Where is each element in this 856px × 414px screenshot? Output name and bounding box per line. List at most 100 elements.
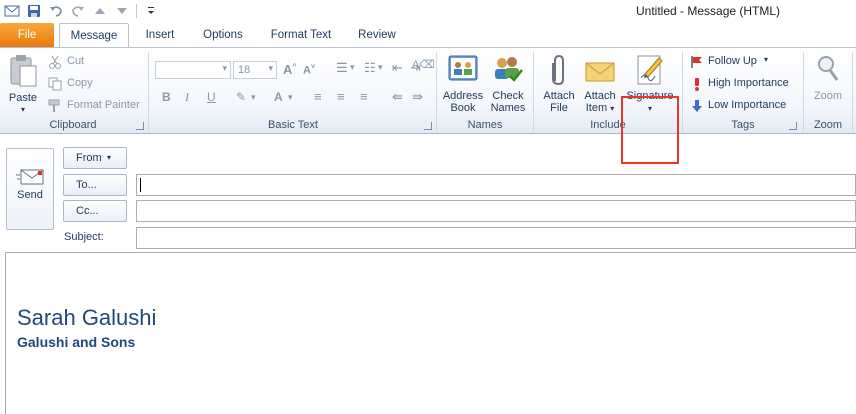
address-book-button[interactable]: Address Book [440, 52, 486, 116]
envelope-icon [585, 62, 615, 82]
check-names-label-2: Names [490, 102, 526, 114]
check-names-label-1: Check [492, 90, 524, 102]
check-names-button[interactable]: Check Names [486, 52, 530, 116]
paste-icon [10, 55, 37, 87]
send-label: Send [17, 189, 43, 201]
outdent-icon[interactable]: ⇚ [392, 89, 403, 105]
italic-icon[interactable]: I [185, 90, 189, 105]
highlight-icon[interactable]: ✎ [236, 90, 246, 104]
align-left-icon[interactable]: ≡ [314, 89, 322, 104]
tab-format-text[interactable]: Format Text [262, 23, 340, 47]
quick-access-toolbar [4, 3, 159, 19]
chevron-down-icon: ▾ [251, 92, 256, 102]
previous-item-icon[interactable] [92, 3, 108, 19]
cut-button[interactable]: Cut [48, 54, 98, 70]
decrease-indent-icon[interactable]: ⇤ [392, 60, 403, 76]
address-book-icon [448, 55, 478, 81]
paste-label: Paste [8, 92, 38, 104]
outlook-app-icon[interactable] [4, 3, 20, 19]
chevron-down-icon: ▾ [107, 153, 112, 162]
from-field[interactable] [137, 147, 335, 169]
send-envelope-icon [16, 169, 44, 185]
tab-file[interactable]: File [0, 23, 54, 47]
group-separator [436, 52, 437, 132]
ribbon-tabs: File Message Insert Options Format Text … [0, 23, 856, 48]
chevron-down-icon: ▾ [764, 55, 769, 64]
to-button[interactable]: To... [63, 174, 127, 196]
group-separator [148, 52, 149, 132]
send-button[interactable]: Send [6, 148, 54, 230]
names-group-label: Names [467, 119, 503, 131]
next-item-icon[interactable] [114, 3, 130, 19]
check-names-icon [495, 57, 523, 82]
low-importance-label: Low Importance [708, 99, 787, 111]
signature-name: Sarah Galushi [17, 305, 157, 330]
bullets-icon[interactable]: ☰ [336, 60, 348, 76]
customize-qat-icon[interactable] [143, 3, 159, 19]
zoom-button[interactable]: Zoom [806, 52, 850, 116]
chevron-down-icon: ▾ [378, 62, 383, 72]
tab-message[interactable]: Message [59, 23, 129, 48]
clear-formatting-icon[interactable]: A⌫ [412, 58, 435, 71]
from-button[interactable]: From ▾ [63, 147, 127, 169]
copy-label: Copy [67, 77, 93, 89]
zoom-group-label: Zoom [813, 119, 843, 131]
grow-font-icon[interactable]: A^ [283, 62, 296, 77]
follow-up-button[interactable]: Follow Up ▾ [690, 54, 786, 70]
clipboard-group-label: Clipboard [49, 119, 97, 131]
redo-icon[interactable] [70, 3, 86, 19]
signature-company: Galushi and Sons [17, 334, 136, 350]
high-importance-button[interactable]: High Importance [690, 76, 800, 92]
message-body[interactable] [5, 252, 856, 414]
align-center-icon[interactable]: ≡ [337, 89, 345, 104]
format-painter-icon [48, 99, 60, 112]
font-color-icon[interactable]: A [274, 90, 283, 104]
save-icon[interactable] [26, 3, 42, 19]
low-importance-button[interactable]: Low Importance [690, 98, 800, 114]
signature-highlight-box [621, 96, 679, 164]
signature-icon [637, 55, 663, 85]
chevron-down-icon: ▾ [288, 92, 293, 102]
tab-options[interactable]: Options [194, 23, 252, 47]
cc-button[interactable]: Cc... [63, 200, 127, 222]
chevron-down-icon: ▾ [610, 104, 615, 113]
high-importance-icon [695, 78, 699, 91]
copy-button[interactable]: Copy [48, 76, 98, 92]
group-separator [682, 52, 683, 132]
align-right-icon[interactable]: ≡ [360, 89, 368, 104]
undo-icon[interactable] [48, 3, 64, 19]
group-separator [852, 52, 853, 132]
tags-dialog-launcher[interactable] [789, 122, 797, 130]
chevron-down-icon: ▾ [350, 62, 355, 72]
low-importance-icon [692, 100, 702, 112]
cut-label: Cut [67, 55, 85, 67]
from-label: From [76, 152, 102, 164]
subject-label: Subject: [64, 231, 104, 243]
tab-review[interactable]: Review [350, 23, 404, 47]
numbering-icon[interactable]: ☷ [364, 60, 376, 76]
attach-file-button[interactable]: Attach File [538, 52, 580, 116]
indent-icon[interactable]: ⇛ [412, 89, 423, 105]
magnifier-icon [818, 56, 839, 81]
bold-icon[interactable]: B [162, 90, 171, 104]
attach-item-button[interactable]: Attach Item ▾ [580, 52, 620, 116]
chevron-down-icon: ▾ [268, 63, 273, 73]
group-separator [533, 52, 534, 132]
font-size-combo[interactable]: 18 ▾ [233, 61, 277, 79]
underline-icon[interactable]: U [207, 90, 216, 104]
basic-text-dialog-launcher[interactable] [424, 122, 432, 130]
qat-separator [136, 4, 137, 18]
text-cursor [140, 178, 141, 192]
follow-up-label: Follow Up [708, 55, 757, 67]
shrink-font-icon[interactable]: A˅ [303, 64, 315, 77]
format-painter-button[interactable]: Format Painter [48, 98, 144, 114]
font-name-combo[interactable]: ▾ [155, 61, 231, 79]
paste-button[interactable]: Paste ▾ [4, 52, 42, 116]
cc-field[interactable] [136, 200, 856, 222]
address-book-label-2: Book [450, 102, 476, 114]
clipboard-dialog-launcher[interactable] [136, 122, 144, 130]
to-field[interactable] [136, 174, 856, 196]
title-bar: Untitled - Message (HTML) [0, 0, 856, 22]
tab-insert[interactable]: Insert [136, 23, 184, 47]
subject-field[interactable] [136, 227, 856, 249]
